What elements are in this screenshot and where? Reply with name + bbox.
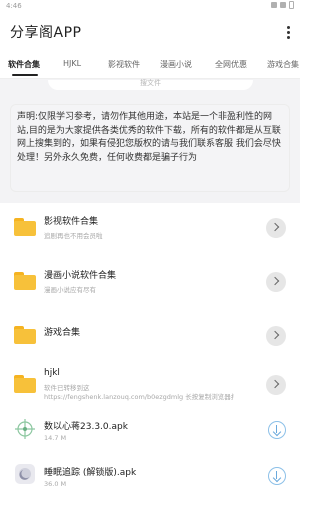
item-subtitle: 漫画小说应有尽有 bbox=[44, 286, 96, 294]
tab-deals[interactable]: 全网优惠 bbox=[215, 59, 247, 70]
download-icon[interactable] bbox=[268, 421, 286, 439]
disclaimer-text: 声明:仅限学习参考，请勿作其他用途，本站是一个非盈利性的网站,目的是为大家提供各… bbox=[17, 112, 281, 163]
item-link-text: https://fengshenk.lanzouq.com/b0ezgdmlg … bbox=[44, 393, 234, 401]
list-item-video-collection[interactable]: 影视软件合集 追剧再也不用会员啦 bbox=[0, 203, 300, 253]
app-bar: 分享阁APP bbox=[0, 12, 300, 52]
signal-icon bbox=[280, 2, 286, 8]
category-tabs: 软件合集 HJKL 影视软件 漫画小说 全网优惠 游戏合集 bbox=[0, 52, 300, 79]
tab-software-collection[interactable]: 软件合集 bbox=[8, 59, 40, 70]
list-item-apk-1[interactable]: 数以心蒋23.3.0.apk 14.7 M bbox=[0, 408, 300, 458]
tab-hjkl[interactable]: HJKL bbox=[63, 59, 81, 68]
item-name: 游戏合集 bbox=[44, 328, 81, 338]
wifi-icon bbox=[271, 2, 277, 8]
active-tab-indicator bbox=[12, 74, 38, 76]
item-name: 数以心蒋23.3.0.apk bbox=[44, 422, 128, 432]
folder-icon bbox=[14, 326, 36, 344]
folder-icon bbox=[14, 218, 36, 236]
list-item-apk-2[interactable]: 睡眠追踪 (解锁版).apk 36.0 M bbox=[0, 455, 300, 505]
download-icon[interactable] bbox=[268, 467, 286, 485]
list-item-game-collection[interactable]: 游戏合集 bbox=[0, 311, 300, 361]
tab-comics-novels[interactable]: 漫画小说 bbox=[160, 59, 192, 70]
crosshair-app-icon bbox=[15, 419, 35, 439]
item-name: 漫画小说软件合集 bbox=[44, 271, 117, 281]
item-name: 睡眠追踪 (解锁版).apk bbox=[44, 468, 137, 478]
status-icons bbox=[271, 1, 294, 9]
more-options-icon[interactable] bbox=[286, 26, 290, 40]
tab-games[interactable]: 游戏合集 bbox=[267, 59, 299, 70]
sleep-app-icon bbox=[15, 464, 35, 484]
item-name: 影视软件合集 bbox=[44, 217, 99, 227]
tab-video-software[interactable]: 影视软件 bbox=[108, 59, 140, 70]
disclaimer-notice: 声明:仅限学习参考，请勿作其他用途，本站是一个非盈利性的网站,目的是为大家提供各… bbox=[10, 104, 290, 192]
item-size: 36.0 M bbox=[44, 480, 67, 488]
folder-icon bbox=[14, 272, 36, 290]
folder-icon bbox=[14, 375, 36, 393]
search-box[interactable]: 搜文件 bbox=[48, 80, 253, 90]
search-placeholder: 搜文件 bbox=[140, 79, 161, 87]
status-time: 4:46 bbox=[6, 2, 22, 10]
chevron-right-icon[interactable] bbox=[266, 375, 286, 395]
item-subtitle: 追剧再也不用会员啦 bbox=[44, 232, 103, 240]
list-item-hjkl[interactable]: hjkl 软件已转移到这 https://fengshenk.lanzouq.c… bbox=[0, 360, 300, 410]
app-title: 分享阁APP bbox=[10, 25, 82, 41]
chevron-right-icon[interactable] bbox=[266, 272, 286, 292]
item-size: 14.7 M bbox=[44, 434, 67, 442]
chevron-right-icon[interactable] bbox=[266, 218, 286, 238]
item-name: hjkl bbox=[44, 368, 60, 378]
battery-icon bbox=[289, 1, 294, 9]
status-bar: 4:46 bbox=[0, 0, 300, 12]
chevron-right-icon[interactable] bbox=[266, 326, 286, 346]
list-item-comics-collection[interactable]: 漫画小说软件合集 漫画小说应有尽有 bbox=[0, 257, 300, 307]
file-list: 影视软件合集 追剧再也不用会员啦 漫画小说软件合集 漫画小说应有尽有 游戏合集 … bbox=[0, 203, 300, 500]
